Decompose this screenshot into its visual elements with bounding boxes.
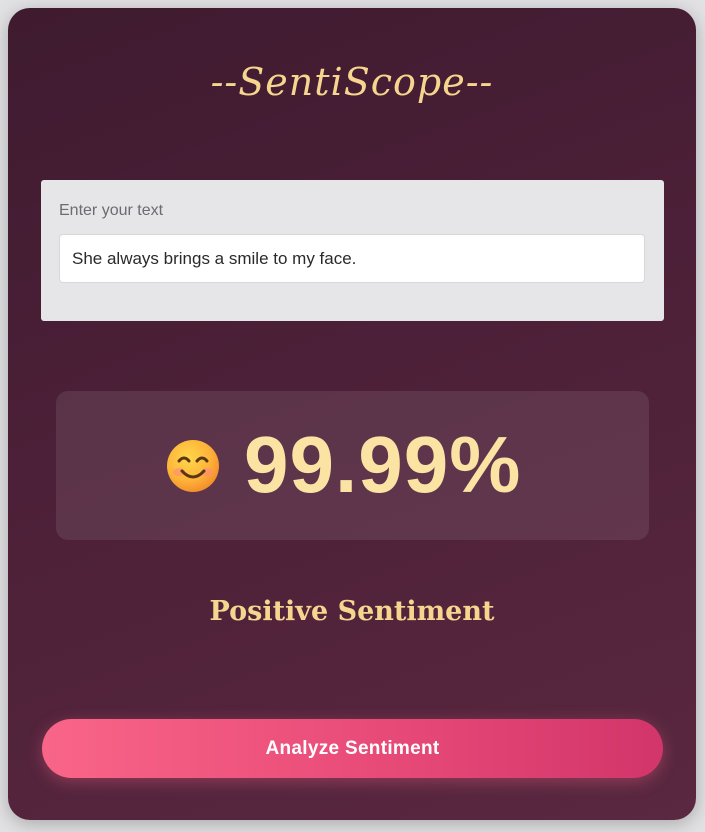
result-panel: 99.99% xyxy=(56,391,649,540)
sentiment-label: Positive Sentiment xyxy=(209,596,495,627)
app-card: --SentiScope-- Enter your text 99.99% Po… xyxy=(8,8,696,820)
text-input-label: Enter your text xyxy=(59,202,164,219)
text-input[interactable] xyxy=(59,234,645,283)
app-title: --SentiScope-- xyxy=(210,60,494,104)
analyze-sentiment-button[interactable]: Analyze Sentiment xyxy=(42,719,663,778)
input-panel: Enter your text xyxy=(41,180,664,321)
sentiment-score: 99.99% xyxy=(244,420,522,509)
smiling-face-icon xyxy=(167,440,219,492)
